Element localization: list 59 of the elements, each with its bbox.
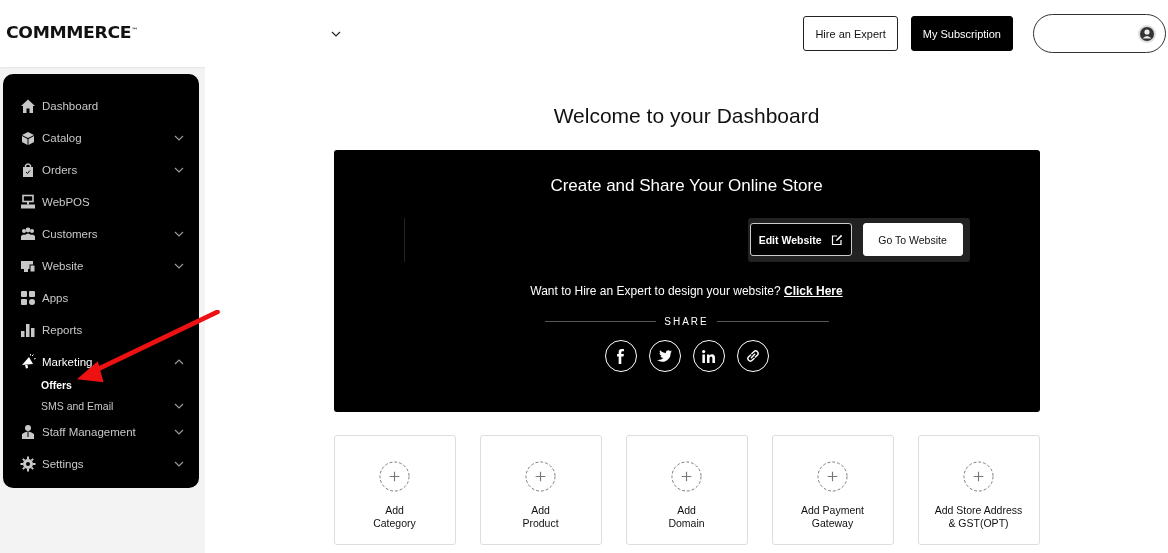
sidebar-item[interactable]: Customers [20,218,185,250]
sidebar-item[interactable]: Orders [20,154,185,186]
share-label: SHARE [664,316,709,327]
register-icon [20,194,36,210]
sidebar-subitem[interactable]: Offers [20,374,185,395]
share-button[interactable] [648,340,681,372]
link-icon [746,350,759,362]
sidebar-item[interactable]: Apps [20,282,185,314]
sidebar-item[interactable]: Marketing [20,346,185,374]
share-button[interactable] [604,340,637,372]
plus-icon [817,461,848,492]
settings-icon [20,456,36,472]
home-icon [20,98,36,114]
banner-title: Create and Share Your Online Store [550,176,823,196]
add-card[interactable]: Add Category [333,435,456,545]
sidebar-item[interactable]: Settings [20,448,185,480]
sidebar-subitem[interactable]: SMS and Email [20,395,185,416]
page-title: Welcome to your Dashboard [553,104,820,128]
edit-icon [830,233,843,246]
sidebar-item[interactable]: Reports [20,314,185,346]
click-here-link[interactable]: Click Here [784,284,843,298]
share-button[interactable] [692,340,725,372]
plus-icon [671,461,702,492]
share-button[interactable] [736,340,769,372]
sidebar-item[interactable]: WebPOS [20,186,185,218]
facebook-icon [617,348,624,364]
sidebar-item[interactable]: Catalog [20,122,185,154]
go-to-website-button[interactable]: Go To Website [862,223,963,256]
add-card[interactable]: Add Domain [625,435,748,545]
logo[interactable]: COMMMERCE$^{™}$ [6,26,196,41]
hire-button[interactable]: Hire an Expert [803,16,898,51]
sidebar-item[interactable]: Dashboard [20,90,185,122]
plus-icon [379,461,410,492]
add-card[interactable]: Add Store Address & GST(OPT) [917,435,1040,545]
subscription-button[interactable]: My Subscription [910,16,1013,51]
users-icon [20,226,36,242]
box-icon [20,130,36,146]
bird-icon [657,350,672,362]
sidebar-item[interactable]: Staff Management [20,416,185,448]
megaphone-icon [20,354,36,370]
add-card[interactable]: Add Product [479,435,602,545]
hire-prompt: Want to Hire an Expert to design your website? [530,284,782,298]
bar-chart-icon [20,322,36,338]
card-label: Add Payment Gateway [800,504,864,530]
bag-icon [20,162,36,178]
card-label: Add Category [373,504,416,530]
sidebar-item[interactable]: Website [20,250,185,282]
person-icon [20,424,36,440]
monitor-icon [20,258,36,274]
card-label: Add Product [522,504,559,530]
grid-icon [20,290,36,306]
avatar-icon [1137,23,1157,44]
card-label: Add Store Address & GST(OPT) [934,504,1023,530]
edit-website-button[interactable]: Edit Website [749,223,852,256]
card-label: Add Domain [668,504,705,530]
linkedin-icon [702,349,715,363]
plus-icon [963,461,994,492]
add-card[interactable]: Add Payment Gateway [771,435,894,545]
plus-icon [525,461,556,492]
